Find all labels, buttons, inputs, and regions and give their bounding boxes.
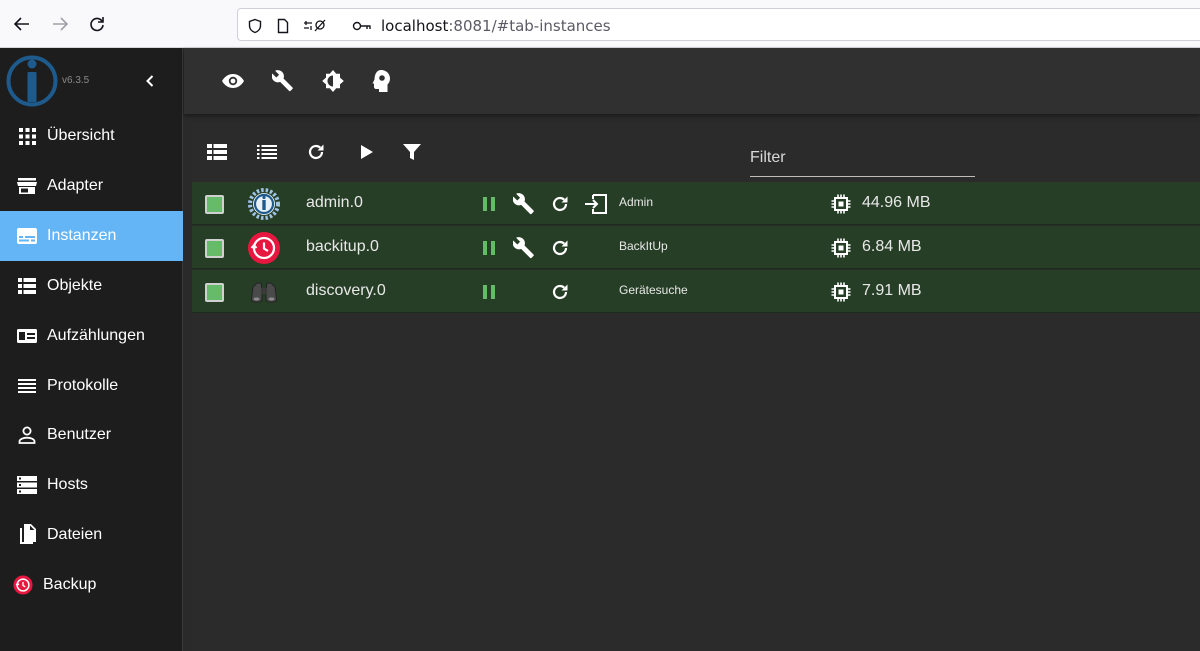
sidebar-item-label: Benutzer: [47, 426, 112, 443]
sidebar-item-label: Protokolle: [47, 377, 119, 394]
binoculars-icon: [250, 282, 278, 303]
memory-chip-icon: [831, 282, 851, 302]
pause-icon[interactable]: [478, 281, 500, 303]
filter-input[interactable]: Filter: [750, 146, 975, 177]
person-icon: [17, 425, 37, 445]
restart-icon[interactable]: [549, 193, 571, 215]
instance-row-discovery: discovery.0 Gerätesuche 7.91 MB: [192, 270, 1200, 313]
head-icon[interactable]: [369, 68, 395, 94]
eye-icon[interactable]: [220, 68, 246, 94]
version-label: v6.3.5: [62, 75, 90, 86]
back-button[interactable]: [10, 12, 34, 36]
app-toolbar: [184, 48, 1200, 114]
sidebar-item-backup[interactable]: Backup: [0, 560, 183, 610]
refresh-icon[interactable]: [305, 141, 327, 163]
sidebar: v6.3.5 Übersicht Adapter Instanzen Objek…: [0, 48, 183, 651]
memory-chip-icon: [831, 194, 851, 214]
sidebar-item-label: Adapter: [47, 177, 104, 194]
restart-icon[interactable]: [549, 237, 571, 259]
reload-button[interactable]: [85, 12, 109, 36]
instance-enabled-checkbox[interactable]: [205, 283, 224, 302]
sidebar-item-overview[interactable]: Übersicht: [0, 111, 183, 161]
url-host: localhost: [381, 17, 449, 35]
pause-icon[interactable]: [478, 237, 500, 259]
sidebar-item-label: Instanzen: [47, 227, 117, 244]
instance-row-admin: admin.0 Admin 44.96 MB: [192, 182, 1200, 225]
admin-adapter-icon: [248, 188, 280, 220]
lines-icon: [17, 376, 37, 396]
arrow-left-icon: [13, 17, 29, 31]
pause-icon[interactable]: [478, 193, 500, 215]
instances-panel: Filter admin.0 Admin 44.96 MB backitup.0…: [192, 122, 1200, 651]
instance-title: Admin: [619, 195, 654, 209]
instance-memory: 6.84 MB: [862, 238, 922, 255]
sidebar-item-users[interactable]: Benutzer: [0, 410, 183, 460]
key-icon[interactable]: [351, 17, 373, 35]
instance-enabled-checkbox[interactable]: [205, 239, 224, 258]
subtitles-icon: [17, 226, 37, 246]
sidebar-item-instances[interactable]: Instanzen: [0, 211, 183, 261]
view-list-icon[interactable]: [206, 141, 228, 163]
instance-memory: 44.96 MB: [862, 194, 931, 211]
iobroker-logo[interactable]: [6, 55, 58, 107]
sidebar-item-label: Backup: [43, 576, 97, 593]
memory-chip-icon: [831, 238, 851, 258]
sidebar-item-objects[interactable]: Objekte: [0, 261, 183, 311]
list-icon: [17, 276, 37, 296]
instance-name: backitup.0: [306, 238, 379, 255]
instance-row-backitup: backitup.0 BackItUp 6.84 MB: [192, 226, 1200, 269]
instance-title: Gerätesuche: [619, 283, 688, 297]
play-icon[interactable]: [356, 141, 378, 163]
page-icon: [274, 17, 292, 35]
address-bar[interactable]: localhost:8081/#tab-instances: [237, 8, 1200, 41]
enum-icon: [17, 326, 37, 346]
sidebar-item-logs[interactable]: Protokolle: [0, 361, 183, 411]
sidebar-item-files[interactable]: Dateien: [0, 510, 183, 560]
wrench-icon[interactable]: [513, 237, 535, 259]
open-link-icon[interactable]: [583, 193, 609, 215]
filter-label: Filter: [750, 149, 786, 166]
instance-name: discovery.0: [306, 282, 386, 299]
sidebar-item-label: Übersicht: [47, 127, 115, 144]
backup-icon: [13, 575, 33, 595]
sidebar-item-enums[interactable]: Aufzählungen: [0, 311, 183, 361]
sidebar-item-label: Dateien: [47, 526, 103, 543]
wrench-icon[interactable]: [513, 193, 535, 215]
sidebar-item-adapter[interactable]: Adapter: [0, 161, 183, 211]
instance-title: BackItUp: [619, 239, 668, 253]
permissions-icon[interactable]: [302, 17, 328, 35]
browser-toolbar: localhost:8081/#tab-instances: [0, 0, 1200, 48]
reload-icon: [90, 17, 104, 32]
chevron-left-icon: [146, 75, 154, 87]
forward-button[interactable]: [48, 12, 72, 36]
brightness-icon[interactable]: [320, 68, 346, 94]
instances-toolbar: Filter: [192, 122, 1200, 180]
storage-icon: [17, 475, 37, 495]
filter-icon[interactable]: [401, 141, 423, 163]
sidebar-item-hosts[interactable]: Hosts: [0, 460, 183, 510]
shield-icon[interactable]: [246, 17, 264, 35]
url-text[interactable]: localhost:8081/#tab-instances: [381, 17, 611, 35]
instance-enabled-checkbox[interactable]: [205, 195, 224, 214]
sidebar-item-label: Aufzählungen: [47, 327, 145, 344]
arrow-right-icon: [53, 17, 69, 31]
collapse-button[interactable]: [141, 72, 159, 90]
files-icon: [17, 524, 37, 545]
instance-memory: 7.91 MB: [862, 282, 922, 299]
backitup-adapter-icon: [248, 232, 280, 264]
store-icon: [17, 176, 37, 196]
restart-icon[interactable]: [549, 281, 571, 303]
sidebar-item-label: Hosts: [47, 476, 88, 493]
instance-name: admin.0: [306, 194, 363, 211]
url-path: :8081/#tab-instances: [448, 17, 611, 35]
grid-icon: [17, 126, 37, 146]
list-icon[interactable]: [256, 141, 278, 163]
sidebar-item-label: Objekte: [47, 277, 103, 294]
wrench-icon[interactable]: [270, 68, 296, 94]
